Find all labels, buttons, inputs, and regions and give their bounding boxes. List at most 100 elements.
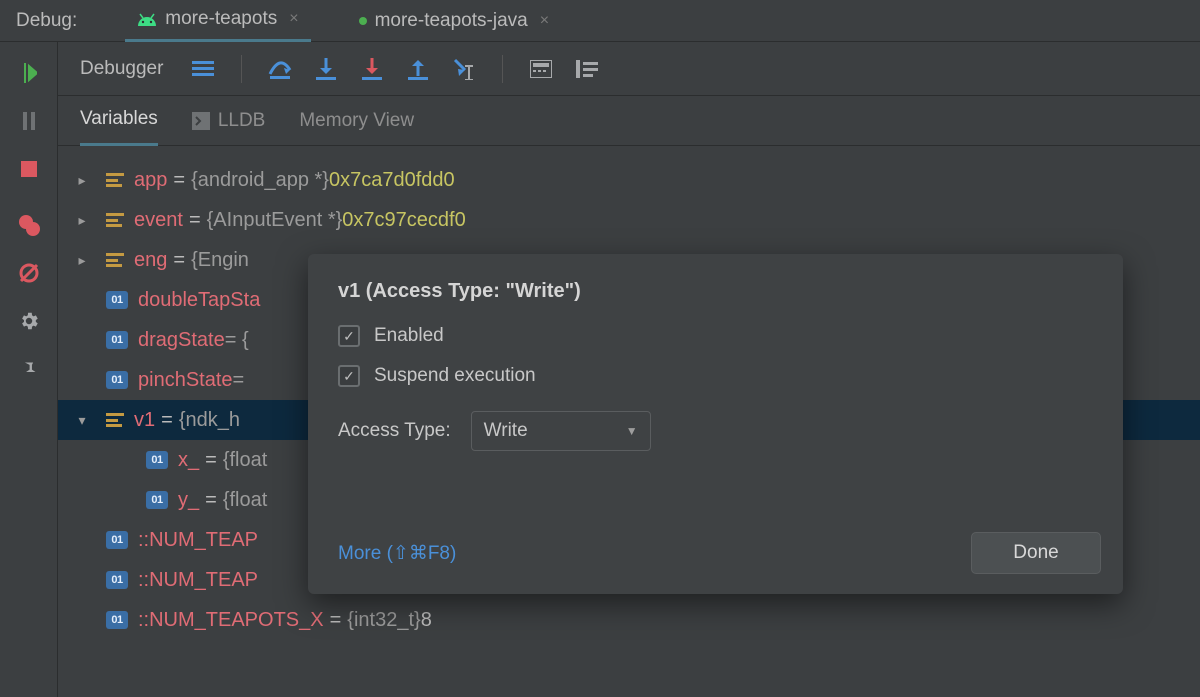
checkbox-checked-icon[interactable]: ✓ — [338, 325, 360, 347]
primitive-icon: 01 — [106, 331, 128, 349]
equals: = — [161, 400, 173, 440]
variable-row[interactable]: 01::NUM_TEAPOTS_X = {int32_t} 8 — [58, 600, 1200, 640]
equals: = — [173, 160, 185, 200]
var-value: 0x7ca7d0fdd0 — [329, 160, 455, 200]
primitive-icon: 01 — [106, 531, 128, 549]
chevron-icon[interactable]: ▸ — [76, 160, 88, 200]
equals: = — [205, 440, 217, 480]
select-value: Write — [484, 420, 528, 442]
var-value: 8 — [421, 600, 432, 640]
var-suffix: = — [233, 360, 245, 400]
run-to-cursor-icon[interactable] — [452, 57, 476, 81]
step-out-icon[interactable] — [406, 57, 430, 81]
watchpoint-popup: v1 (Access Type: "Write") ✓ Enabled ✓ Su… — [308, 254, 1123, 594]
evaluate-icon[interactable] — [529, 57, 553, 81]
var-type: {ndk_h — [179, 400, 240, 440]
step-into-icon[interactable] — [314, 57, 338, 81]
equals: = — [330, 600, 342, 640]
chevron-icon[interactable]: ▾ — [76, 400, 88, 440]
var-type: {int32_t} — [347, 600, 420, 640]
var-suffix: = { — [225, 320, 249, 360]
var-type: {float — [223, 440, 267, 480]
resume-button[interactable] — [16, 60, 42, 86]
android-icon — [137, 12, 157, 26]
chevron-icon[interactable]: ▸ — [76, 200, 88, 240]
checkbox-checked-icon[interactable]: ✓ — [338, 365, 360, 387]
run-config-tab-java[interactable]: more-teapots-java × — [347, 0, 561, 42]
done-label: Done — [1013, 542, 1058, 564]
struct-icon — [106, 173, 124, 187]
primitive-icon: 01 — [146, 491, 168, 509]
close-icon[interactable]: × — [289, 10, 298, 28]
debug-subtabs: Variables LLDB Memory View — [58, 96, 1200, 146]
var-name: x_ — [178, 440, 199, 480]
struct-icon — [106, 213, 124, 227]
var-name: y_ — [178, 480, 199, 520]
var-name: dragState — [138, 320, 225, 360]
mute-breakpoints-button[interactable] — [16, 260, 42, 286]
variable-row[interactable]: ▸ app = {android_app *} 0x7ca7d0fdd0 — [58, 160, 1200, 200]
trace-icon[interactable] — [575, 57, 599, 81]
tab-label: Memory View — [299, 110, 414, 132]
var-name: ::NUM_TEAP — [138, 560, 258, 600]
var-name: ::NUM_TEAPOTS_X — [138, 600, 324, 640]
breakpoints-button[interactable] — [16, 212, 42, 238]
step-over-icon[interactable] — [268, 57, 292, 81]
close-icon[interactable]: × — [540, 12, 549, 30]
pause-button[interactable] — [16, 108, 42, 134]
variable-row[interactable]: ▸ event = {AInputEvent *} 0x7c97cecdf0 — [58, 200, 1200, 240]
more-link[interactable]: More (⇧⌘F8) — [338, 542, 456, 565]
primitive-icon: 01 — [106, 291, 128, 309]
run-config-label: more-teapots — [165, 8, 277, 30]
var-type: {android_app *} — [191, 160, 329, 200]
tab-memory-view[interactable]: Memory View — [299, 96, 414, 146]
debug-sidebar — [0, 42, 58, 697]
threads-icon[interactable] — [191, 57, 215, 81]
console-icon — [192, 112, 210, 130]
debug-header: Debug: more-teapots × more-teapots-java … — [0, 0, 1200, 42]
primitive-icon: 01 — [106, 371, 128, 389]
tab-lldb[interactable]: LLDB — [192, 96, 266, 146]
enabled-label: Enabled — [374, 325, 444, 347]
var-type: {AInputEvent *} — [207, 200, 343, 240]
access-type-label: Access Type: — [338, 420, 451, 442]
suspend-label: Suspend execution — [374, 365, 536, 387]
equals: = — [173, 240, 185, 280]
settings-button[interactable] — [16, 308, 42, 334]
var-name: v1 — [134, 400, 155, 440]
chevron-icon[interactable]: ▸ — [76, 240, 88, 280]
var-name: eng — [134, 240, 167, 280]
stop-button[interactable] — [16, 156, 42, 182]
var-name: doubleTapSta — [138, 280, 260, 320]
chevron-down-icon: ▼ — [626, 424, 638, 438]
debugger-toolbar: Debugger — [58, 42, 1200, 96]
var-name: pinchState — [138, 360, 233, 400]
done-button[interactable]: Done — [971, 532, 1101, 574]
tab-label: Variables — [80, 108, 158, 130]
var-name: event — [134, 200, 183, 240]
var-type: {float — [223, 480, 267, 520]
primitive-icon: 01 — [106, 611, 128, 629]
force-step-into-icon[interactable] — [360, 57, 384, 81]
struct-icon — [106, 413, 124, 427]
separator — [241, 55, 242, 83]
var-name: app — [134, 160, 167, 200]
pin-button[interactable] — [16, 356, 42, 382]
var-value: 0x7c97cecdf0 — [342, 200, 465, 240]
equals: = — [189, 200, 201, 240]
popup-title: v1 (Access Type: "Write") — [338, 280, 1093, 303]
debug-title: Debug: — [16, 10, 77, 32]
access-type-select[interactable]: Write ▼ — [471, 411, 651, 451]
separator — [502, 55, 503, 83]
enabled-row[interactable]: ✓ Enabled — [338, 325, 1093, 347]
debugger-label[interactable]: Debugger — [80, 58, 163, 80]
primitive-icon: 01 — [106, 571, 128, 589]
equals: = — [205, 480, 217, 520]
access-type-row: Access Type: Write ▼ — [338, 411, 1093, 451]
primitive-icon: 01 — [146, 451, 168, 469]
run-config-tab-native[interactable]: more-teapots × — [125, 0, 310, 42]
suspend-row[interactable]: ✓ Suspend execution — [338, 365, 1093, 387]
run-dot-icon — [359, 17, 367, 25]
tab-variables[interactable]: Variables — [80, 96, 158, 146]
tab-label: LLDB — [218, 110, 266, 132]
